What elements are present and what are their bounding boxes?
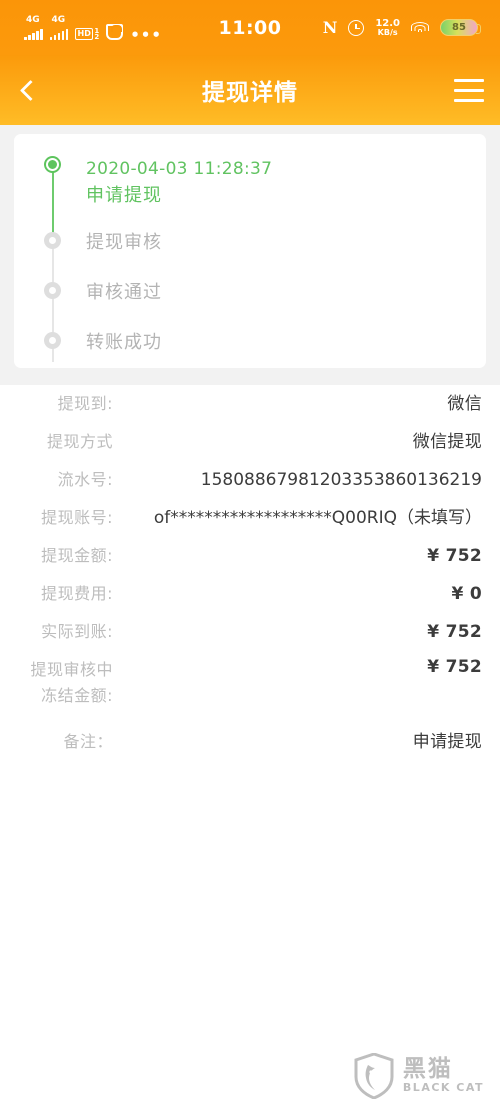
alarm-clock-icon (348, 19, 365, 36)
detail-label: 提现审核中 冻结金额: (30, 660, 113, 705)
black-cat-shield-logo (354, 1052, 394, 1100)
timeline-step-label: 申请提现 (86, 185, 162, 206)
detail-row-serial-number: 流水号: 15808867981203353860136219 (0, 461, 500, 499)
network-speed-unit: KB/s (377, 27, 398, 37)
timeline-step-transferred: 转账成功 (44, 332, 486, 354)
detail-value: ¥ 752 (427, 622, 482, 642)
network-speed-value: 12.0 (375, 17, 400, 29)
detail-row-frozen-amount: 提现审核中 冻结金额: ¥ 752 (0, 651, 500, 709)
network-speed-indicator: 12.0 KB/s (375, 17, 400, 37)
detail-row-remark: 备注： 申请提现 (0, 723, 500, 761)
shopping-bag-icon (106, 23, 124, 40)
phone-screen: 4G 4G HD 1 2 ••• 11:00 N 12.0 KB/s 85 提现… (0, 0, 500, 1111)
status-clock: 11:00 (218, 16, 282, 39)
signal-bars-icon: 4G (24, 14, 43, 40)
detail-value: ¥ 0 (451, 584, 482, 604)
nav-bar: 提现详情 (0, 55, 500, 125)
status-bar-right: N 12.0 KB/s 85 (323, 18, 500, 37)
watermark-text: 黑猫 BLACK CAT (403, 1057, 484, 1095)
timeline-step-label: 提现审核 (86, 232, 162, 253)
detail-label: 提现金额: (41, 546, 113, 565)
timeline-step-text: 2020-04-03 11:28:37 申请提现 (76, 156, 272, 209)
nfc-icon: N (322, 18, 338, 37)
timeline: 2020-04-03 11:28:37 申请提现 提现审核 审核通过 转账成功 (14, 134, 486, 362)
timeline-step-text: 转账成功 (76, 332, 162, 354)
withdrawal-details-list: 提现到: 微信 提现方式 微信提现 流水号: 15808867981203353… (0, 385, 500, 761)
battery-icon: 85 (440, 19, 481, 36)
hd-label: HD (75, 27, 94, 40)
timeline-step-approved: 审核通过 (44, 282, 486, 362)
detail-value: of*******************Q00RIQ（未填写） (153, 508, 482, 528)
detail-value: 申请提现 (412, 732, 482, 752)
timeline-step-label: 审核通过 (86, 282, 162, 303)
hd-sim-bottom: 2 (94, 32, 100, 41)
detail-label: 提现到: (57, 394, 113, 413)
timeline-step-text: 提现审核 (76, 232, 162, 254)
status-bar-left: 4G 4G HD 1 2 ••• (0, 14, 162, 44)
timeline-dot-active-icon (44, 156, 61, 173)
status-timeline-card: 2020-04-03 11:28:37 申请提现 提现审核 审核通过 转账成功 (14, 134, 486, 368)
detail-value: 微信 (447, 394, 482, 414)
battery-percent-label: 85 (452, 22, 466, 33)
timeline-dot-column (44, 232, 76, 312)
timeline-connector (51, 298, 54, 362)
detail-label: 实际到账: (41, 622, 113, 641)
detail-row-account-number: 提现账号: of*******************Q00RIQ（未填写） (0, 499, 500, 537)
detail-value: 15808867981203353860136219 (200, 470, 482, 490)
detail-label: 提现费用: (41, 584, 113, 603)
page-title: 提现详情 (202, 80, 298, 106)
timeline-dot-column (44, 156, 76, 252)
timeline-step-label: 转账成功 (86, 332, 162, 353)
detail-row-actual-received: 实际到账: ¥ 752 (0, 613, 500, 651)
timeline-dot-pending-icon (44, 332, 61, 349)
timeline-dot-column (44, 332, 76, 349)
detail-row-withdraw-to: 提现到: 微信 (0, 385, 500, 423)
signal-bars-icon-2: 4G (49, 14, 68, 40)
timeline-dot-pending-icon (44, 232, 61, 249)
hd-volte-icon: HD 1 2 (75, 18, 99, 40)
timeline-step-text: 审核通过 (76, 282, 162, 304)
detail-row-withdraw-fee: 提现费用: ¥ 0 (0, 575, 500, 613)
detail-value: ¥ 752 (427, 657, 482, 677)
timeline-step-timestamp: 2020-04-03 11:28:37 (86, 159, 273, 179)
detail-row-withdraw-method: 提现方式 微信提现 (0, 423, 500, 461)
more-dots-icon: ••• (130, 25, 162, 44)
watermark: 黑猫 BLACK CAT (354, 1052, 484, 1100)
timeline-dot-column (44, 282, 76, 362)
watermark-name-en: BLACK CAT (402, 1081, 484, 1094)
timeline-step-apply: 2020-04-03 11:28:37 申请提现 (44, 156, 486, 252)
wifi-icon (411, 21, 429, 35)
watermark-name-cn: 黑猫 (402, 1056, 453, 1082)
detail-label: 备注： (63, 732, 113, 751)
timeline-dot-pending-icon (44, 282, 61, 299)
sim2-network-label: 4G (51, 14, 66, 25)
detail-value: 微信提现 (412, 432, 482, 452)
status-bar: 4G 4G HD 1 2 ••• 11:00 N 12.0 KB/s 85 (0, 0, 500, 55)
detail-row-withdraw-amount: 提现金额: ¥ 752 (0, 537, 500, 575)
detail-label: 提现方式 (46, 432, 113, 451)
timeline-step-review: 提现审核 (44, 232, 486, 312)
detail-label: 提现账号: (41, 508, 113, 527)
detail-value: ¥ 752 (427, 546, 482, 566)
detail-label: 流水号: (57, 470, 113, 489)
sim1-network-label: 4G (26, 14, 40, 25)
